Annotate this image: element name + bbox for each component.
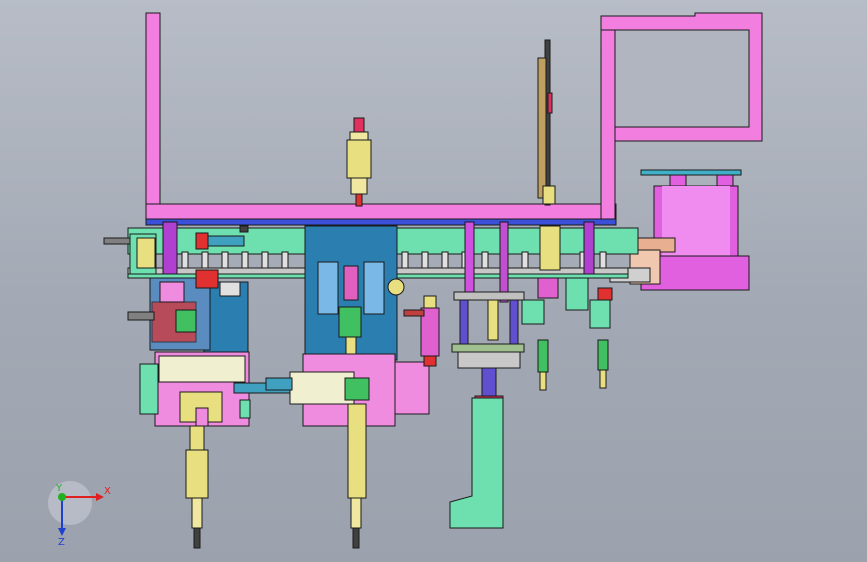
y-axis-dot [58,493,66,501]
assembly-drawing[interactable] [0,0,867,562]
z-axis-arrowhead [58,528,66,536]
left-actuator [185,425,209,549]
center-actuator [347,403,367,549]
graphics-viewport[interactable]: X Y Z [0,0,867,562]
vertical-rods [537,39,556,206]
z-axis-label: Z [58,537,65,548]
x-axis-arrowhead [96,493,104,501]
x-axis-label: X [104,486,111,497]
green-bracket [449,397,504,529]
left-plate [127,269,249,357]
right-lift [451,291,525,405]
mid-right-cylinder [403,295,440,367]
top-cylinder [346,117,372,207]
y-axis-label: Y [56,483,63,494]
center-plate [304,225,405,361]
